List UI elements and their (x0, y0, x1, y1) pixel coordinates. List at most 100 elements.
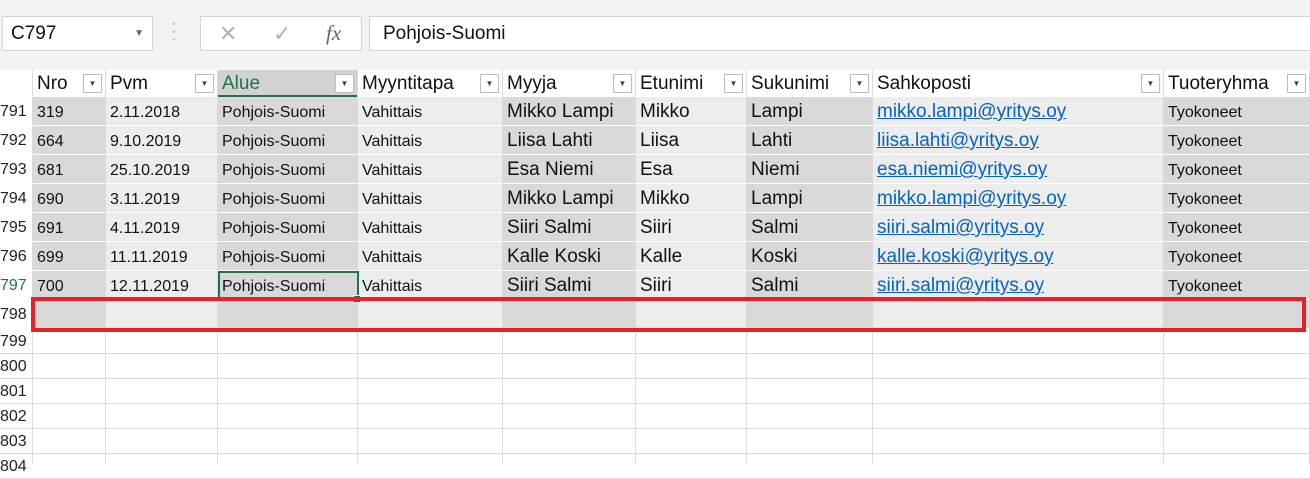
cell-myyntitapa[interactable]: Vahittais (358, 242, 503, 271)
cell-sahkoposti[interactable]: mikko.lampi@yritys.oy (873, 184, 1164, 213)
cell-myyntitapa[interactable]: Vahittais (358, 213, 503, 242)
cell-etunimi[interactable]: Kalle (636, 242, 747, 271)
cell-etunimi[interactable]: Mikko (636, 97, 747, 126)
cell-value[interactable]: siiri.salmi@yritys.oy (877, 275, 1044, 296)
cell-sukunimi[interactable]: Niemi (747, 155, 873, 184)
filter-dropdown-icon[interactable]: ▼ (480, 74, 499, 93)
worksheet-grid[interactable]: Nro ▼ Pvm ▼ Alue ▼ Myyntitapa ▼ Myyja ▼ Etunimi ▼ Su… (0, 70, 1310, 479)
cell-pvm[interactable]: 11.11.2019 (106, 242, 218, 271)
filter-dropdown-icon[interactable]: ▼ (724, 74, 743, 93)
cell-pvm[interactable]: 2.11.2018 (106, 97, 218, 126)
cell-nro[interactable]: 664 (33, 126, 106, 155)
cell-myyja[interactable]: Esa Niemi (503, 155, 636, 184)
formula-input[interactable]: Pohjois-Suomi (369, 16, 1310, 51)
cell-myyja[interactable]: Kalle Koski (503, 242, 636, 271)
cell-myyntitapa[interactable]: Vahittais (358, 184, 503, 213)
row-number[interactable]: 802 (0, 404, 33, 429)
cell-sahkoposti[interactable]: siiri.salmi@yritys.oy (873, 213, 1164, 242)
cell-nro[interactable]: 700 (33, 271, 106, 300)
column-header-sukunimi[interactable]: Sukunimi ▼ (747, 70, 873, 97)
chevron-down-icon[interactable]: ▼ (134, 17, 144, 50)
filter-dropdown-icon[interactable]: ▼ (83, 74, 102, 93)
cell-tuoteryhma[interactable]: Tyokoneet (1164, 213, 1310, 242)
cell-alue[interactable]: Pohjois-Suomi (218, 184, 358, 213)
cell-pvm[interactable]: 9.10.2019 (106, 126, 218, 155)
cell-value[interactable]: liisa.lahti@yritys.oy (877, 130, 1039, 151)
cell-alue[interactable]: Pohjois-Suomi (218, 155, 358, 184)
cell-myyja[interactable]: Mikko Lampi (503, 97, 636, 126)
row-number[interactable]: 797 (0, 271, 33, 300)
cell-etunimi[interactable]: Mikko (636, 184, 747, 213)
row-number[interactable]: 792 (0, 126, 33, 155)
row-number[interactable]: 795 (0, 213, 33, 242)
cell-etunimi[interactable]: Siiri (636, 271, 747, 300)
cell-myyja[interactable]: Siiri Salmi (503, 271, 636, 300)
cell-sahkoposti[interactable]: kalle.koski@yritys.oy (873, 242, 1164, 271)
row-number[interactable]: 804 (0, 454, 33, 479)
cell-value[interactable]: kalle.koski@yritys.oy (877, 246, 1054, 267)
cell-tuoteryhma[interactable]: Tyokoneet (1164, 155, 1310, 184)
column-header-tuoteryhma[interactable]: Tuoteryhma ▼ (1164, 70, 1310, 97)
column-header-myyntitapa[interactable]: Myyntitapa ▼ (358, 70, 503, 97)
cell-myyja[interactable]: Mikko Lampi (503, 184, 636, 213)
cell-myyja[interactable]: Siiri Salmi (503, 213, 636, 242)
more-options-icon[interactable]: · · · (171, 16, 176, 48)
cell-tuoteryhma[interactable]: Tyokoneet (1164, 271, 1310, 300)
enter-icon[interactable]: ✓ (273, 17, 291, 50)
cell-myyja[interactable]: Liisa Lahti (503, 126, 636, 155)
cell-alue[interactable]: Pohjois-Suomi (218, 242, 358, 271)
cell-sahkoposti[interactable]: liisa.lahti@yritys.oy (873, 126, 1164, 155)
row-number[interactable]: 798 (0, 300, 33, 329)
cell-sukunimi[interactable]: Salmi (747, 213, 873, 242)
cell-sukunimi[interactable]: Lahti (747, 126, 873, 155)
name-box[interactable]: C797 ▼ (2, 16, 153, 51)
cell-etunimi[interactable]: Liisa (636, 126, 747, 155)
row-number[interactable]: 793 (0, 155, 33, 184)
filter-dropdown-icon[interactable]: ▼ (850, 74, 869, 93)
cell-nro[interactable]: 681 (33, 155, 106, 184)
column-header-alue[interactable]: Alue ▼ (218, 70, 358, 97)
cancel-icon[interactable]: ✕ (219, 17, 237, 50)
cell-etunimi[interactable]: Esa (636, 155, 747, 184)
cell-myyntitapa[interactable]: Vahittais (358, 155, 503, 184)
row-number[interactable]: 794 (0, 184, 33, 213)
cell-sahkoposti[interactable]: mikko.lampi@yritys.oy (873, 97, 1164, 126)
filter-dropdown-icon[interactable]: ▼ (613, 74, 632, 93)
cell-myyntitapa[interactable]: Vahittais (358, 271, 503, 300)
cell-sukunimi[interactable]: Lampi (747, 184, 873, 213)
cell-tuoteryhma[interactable]: Tyokoneet (1164, 97, 1310, 126)
column-header-pvm[interactable]: Pvm ▼ (106, 70, 218, 97)
cell-sukunimi[interactable]: Koski (747, 242, 873, 271)
row-number[interactable]: 803 (0, 429, 33, 454)
cell-nro[interactable]: 691 (33, 213, 106, 242)
cell-pvm[interactable]: 25.10.2019 (106, 155, 218, 184)
cell-alue[interactable]: Pohjois-Suomi (218, 97, 358, 126)
row-number[interactable]: 801 (0, 379, 33, 404)
cell-tuoteryhma[interactable]: Tyokoneet (1164, 126, 1310, 155)
cell-sahkoposti[interactable]: siiri.salmi@yritys.oy (873, 271, 1164, 300)
column-header-sahkoposti[interactable]: Sahkoposti ▼ (873, 70, 1164, 97)
cell-tuoteryhma[interactable]: Tyokoneet (1164, 184, 1310, 213)
column-header-etunimi[interactable]: Etunimi ▼ (636, 70, 747, 97)
cell-pvm[interactable]: 3.11.2019 (106, 184, 218, 213)
cell-nro[interactable]: 319 (33, 97, 106, 126)
cell-alue[interactable]: Pohjois-Suomi (218, 213, 358, 242)
cell-alue[interactable]: Pohjois-Suomi (218, 126, 358, 155)
cell-value[interactable]: siiri.salmi@yritys.oy (877, 217, 1044, 238)
column-header-myyja[interactable]: Myyja ▼ (503, 70, 636, 97)
cell-sukunimi[interactable]: Salmi (747, 271, 873, 300)
filter-dropdown-icon[interactable]: ▼ (195, 74, 214, 93)
filter-dropdown-icon[interactable]: ▼ (1287, 74, 1306, 93)
row-number[interactable]: 796 (0, 242, 33, 271)
insert-function-icon[interactable]: fx (326, 17, 341, 50)
cell-pvm[interactable]: 12.11.2019 (106, 271, 218, 300)
cell-nro[interactable]: 699 (33, 242, 106, 271)
cell-tuoteryhma[interactable]: Tyokoneet (1164, 242, 1310, 271)
filter-dropdown-icon[interactable]: ▼ (335, 74, 354, 93)
filter-dropdown-icon[interactable]: ▼ (1141, 74, 1160, 93)
cell-pvm[interactable]: 4.11.2019 (106, 213, 218, 242)
cell-myyntitapa[interactable]: Vahittais (358, 126, 503, 155)
cell-myyntitapa[interactable]: Vahittais (358, 97, 503, 126)
cell-value[interactable]: esa.niemi@yritys.oy (877, 159, 1047, 180)
row-number[interactable]: 791 (0, 97, 33, 126)
